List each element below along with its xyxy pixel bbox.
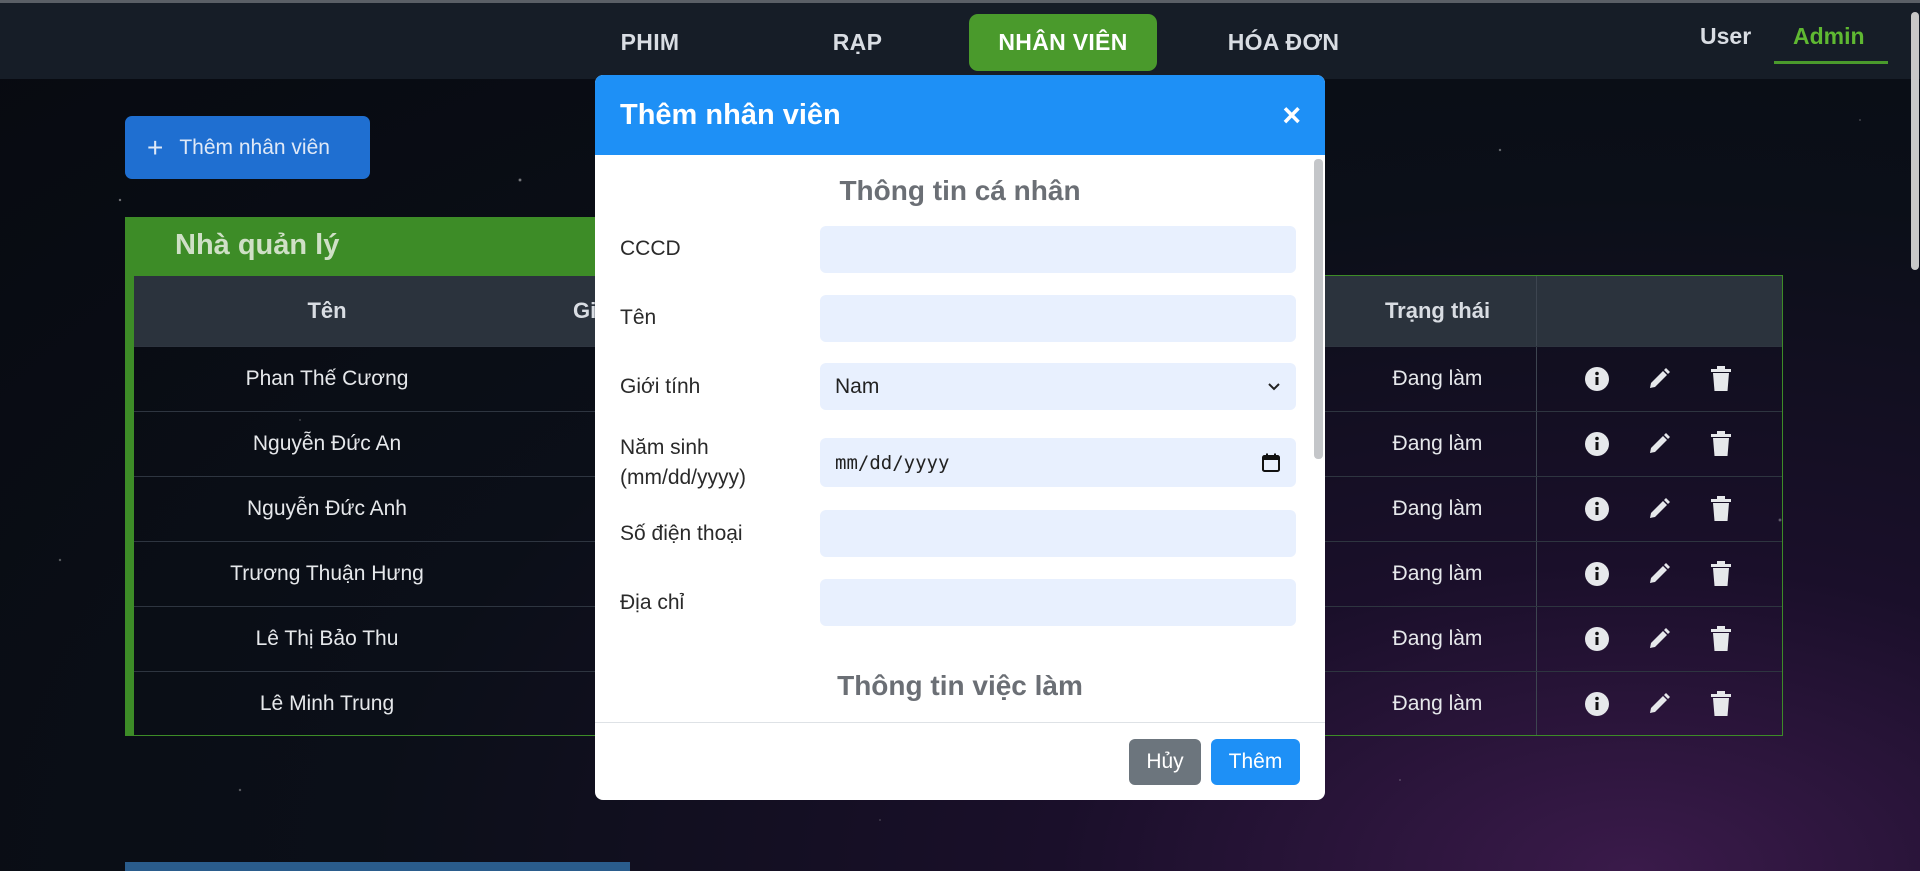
page-scrollbar[interactable] bbox=[1910, 0, 1920, 871]
modal-footer: Hủy Thêm bbox=[595, 722, 1325, 800]
plus-icon: + bbox=[147, 131, 164, 163]
add-employee-modal: Thêm nhân viên × Thông tin cá nhân CCCD … bbox=[595, 75, 1325, 800]
employee-status: Đang làm bbox=[1392, 627, 1483, 650]
employee-status: Đang làm bbox=[1392, 432, 1483, 455]
pencil-icon[interactable] bbox=[1643, 428, 1675, 460]
info-icon[interactable] bbox=[1581, 558, 1613, 590]
personal-info-heading: Thông tin cá nhân bbox=[839, 175, 1081, 206]
pencil-icon[interactable] bbox=[1643, 688, 1675, 720]
section-title: Nhà quản lý bbox=[125, 217, 595, 275]
chevron-down-icon bbox=[1267, 382, 1281, 392]
phone-label: Số điện thoại bbox=[620, 522, 743, 545]
pencil-icon[interactable] bbox=[1643, 363, 1675, 395]
birth-date-input[interactable]: mm/dd/yyyy bbox=[820, 438, 1296, 487]
cancel-button[interactable]: Hủy bbox=[1129, 739, 1201, 785]
gender-select[interactable]: Nam bbox=[820, 363, 1296, 410]
submit-add-button[interactable]: Thêm bbox=[1211, 739, 1300, 785]
employee-name: Lê Minh Trung bbox=[259, 692, 395, 715]
info-icon[interactable] bbox=[1581, 428, 1613, 460]
employee-status: Đang làm bbox=[1392, 367, 1483, 390]
calendar-icon[interactable] bbox=[1261, 453, 1281, 473]
employee-name: Lê Thị Bảo Thu bbox=[255, 627, 399, 650]
trash-icon[interactable] bbox=[1705, 428, 1737, 460]
gender-label: Giới tính bbox=[620, 375, 701, 398]
page-scrollbar-thumb[interactable] bbox=[1911, 12, 1919, 270]
pencil-icon[interactable] bbox=[1643, 493, 1675, 525]
job-info-heading: Thông tin việc làm bbox=[837, 670, 1083, 701]
trash-icon[interactable] bbox=[1705, 558, 1737, 590]
modal-title: Thêm nhân viên bbox=[620, 98, 841, 131]
trash-icon[interactable] bbox=[1705, 623, 1737, 655]
phone-input[interactable] bbox=[820, 510, 1296, 557]
employee-status: Đang làm bbox=[1392, 497, 1483, 520]
user-link[interactable]: User bbox=[1700, 23, 1751, 50]
nav-tab-phim[interactable]: PHIM bbox=[600, 14, 700, 71]
info-icon[interactable] bbox=[1581, 623, 1613, 655]
birth-year-format-label: (mm/dd/yyyy) bbox=[620, 466, 746, 489]
column-header-status: Trạng thái bbox=[1384, 298, 1491, 323]
add-employee-button[interactable]: + Thêm nhân viên bbox=[125, 116, 370, 179]
trash-icon[interactable] bbox=[1705, 363, 1737, 395]
address-input[interactable] bbox=[820, 579, 1296, 626]
top-navbar: PHIM RẠP NHÂN VIÊN HÓA ĐƠN User Admin bbox=[0, 0, 1920, 79]
birth-year-label: Năm sinh bbox=[620, 436, 709, 459]
employee-name: Nguyễn Đức Anh bbox=[247, 497, 407, 520]
column-header-gender: Gi bbox=[573, 298, 597, 323]
close-icon[interactable]: × bbox=[1282, 97, 1301, 134]
name-input[interactable] bbox=[820, 295, 1296, 342]
nav-tab-hoa-don[interactable]: HÓA ĐƠN bbox=[1196, 14, 1371, 71]
employee-name: Phan Thế Cương bbox=[245, 367, 409, 390]
column-header-name: Tên bbox=[307, 298, 347, 323]
modal-body: Thông tin cá nhân CCCD Tên Giới tính Nam… bbox=[595, 155, 1325, 722]
pencil-icon[interactable] bbox=[1643, 558, 1675, 590]
address-label: Địa chỉ bbox=[620, 591, 685, 614]
gender-selected-value: Nam bbox=[835, 374, 880, 398]
trash-icon[interactable] bbox=[1705, 493, 1737, 525]
nav-tab-rap[interactable]: RẠP bbox=[810, 14, 905, 71]
next-section-header bbox=[125, 862, 630, 871]
employee-status: Đang làm bbox=[1392, 562, 1483, 585]
info-icon[interactable] bbox=[1581, 688, 1613, 720]
cccd-input[interactable] bbox=[820, 226, 1296, 273]
cccd-label: CCCD bbox=[620, 237, 681, 260]
trash-icon[interactable] bbox=[1705, 688, 1737, 720]
info-icon[interactable] bbox=[1581, 363, 1613, 395]
add-employee-label: Thêm nhân viên bbox=[179, 135, 330, 159]
info-icon[interactable] bbox=[1581, 493, 1613, 525]
modal-header: Thêm nhân viên × bbox=[595, 75, 1325, 155]
name-label: Tên bbox=[620, 306, 657, 329]
employee-name: Trương Thuận Hưng bbox=[230, 562, 424, 585]
nav-tab-nhan-vien[interactable]: NHÂN VIÊN bbox=[969, 14, 1157, 71]
admin-link[interactable]: Admin bbox=[1793, 23, 1865, 50]
employee-name: Nguyễn Đức An bbox=[252, 432, 402, 455]
employee-status: Đang làm bbox=[1392, 692, 1483, 715]
admin-active-underline bbox=[1774, 61, 1888, 64]
pencil-icon[interactable] bbox=[1643, 623, 1675, 655]
date-placeholder: mm/dd/yyyy bbox=[835, 451, 950, 474]
